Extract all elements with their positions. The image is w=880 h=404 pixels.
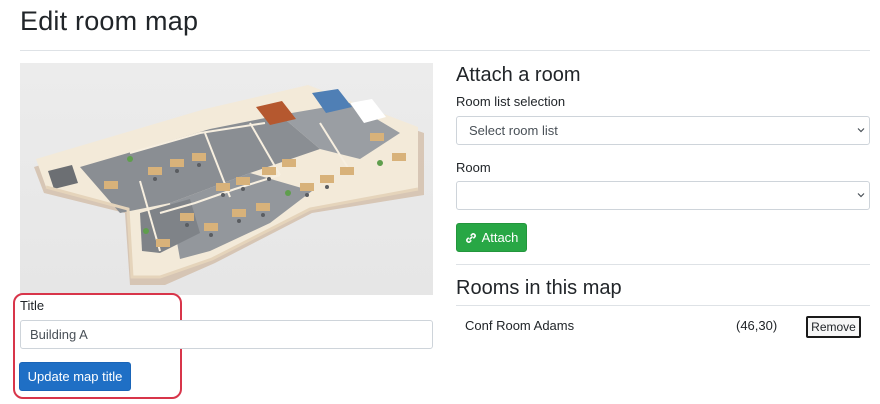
room-map-image: [20, 63, 433, 295]
room-label: Room: [456, 160, 491, 175]
rooms-in-map-heading: Rooms in this map: [456, 277, 622, 299]
title-divider: [20, 50, 870, 51]
floor-plan-illustration: [34, 85, 424, 285]
section-divider: [456, 264, 870, 265]
attach-room-heading: Attach a room: [456, 64, 581, 86]
title-label: Title: [20, 298, 45, 313]
attach-button-label: Attach: [481, 230, 519, 245]
attach-button[interactable]: Attach: [456, 223, 527, 252]
room-list-label: Room list selection: [456, 94, 566, 109]
chevron-down-icon: [857, 193, 865, 198]
table-row: Conf Room Adams (46,30) Remove: [456, 305, 870, 341]
link-icon: [465, 232, 476, 243]
page-title: Edit room map: [20, 6, 199, 36]
remove-room-button[interactable]: Remove: [806, 316, 861, 338]
chevron-down-icon: [857, 128, 865, 133]
room-list-selected-value: Select room list: [469, 123, 558, 138]
room-name: Conf Room Adams: [465, 318, 575, 333]
room-coordinates: (46,30): [736, 318, 778, 333]
room-select[interactable]: [456, 181, 870, 210]
title-input[interactable]: [20, 320, 433, 349]
room-list-select[interactable]: Select room list: [456, 116, 870, 145]
update-map-title-button[interactable]: Update map title: [19, 362, 131, 391]
